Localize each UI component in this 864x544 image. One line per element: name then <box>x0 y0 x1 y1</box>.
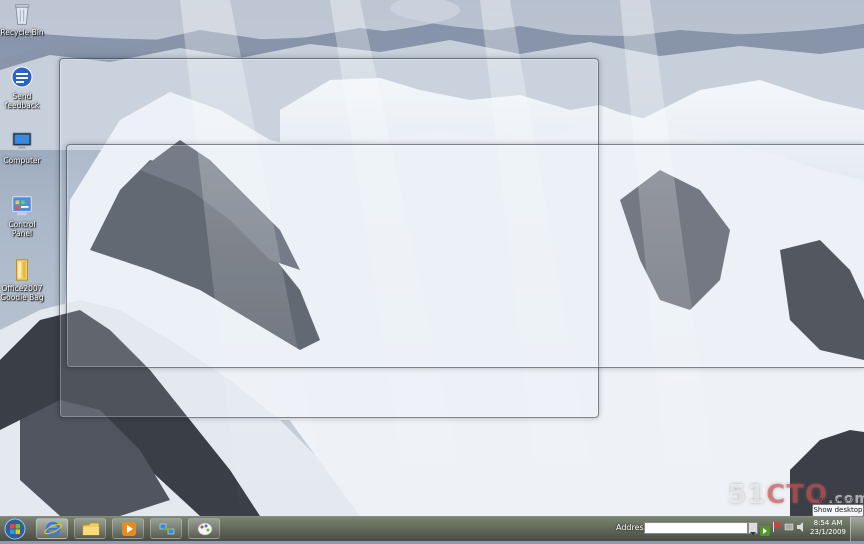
desktop-icon-label: Send feedback <box>4 92 40 110</box>
watermark-brand: 51 <box>728 480 767 510</box>
system-clock[interactable]: 8:54 AM 23/1/2009 <box>810 519 846 537</box>
desktop-icon-label: Computer <box>3 156 41 165</box>
folder-icon <box>82 522 100 536</box>
show-desktop-tooltip: Show desktop <box>812 504 864 516</box>
network-icon <box>159 523 175 535</box>
flag-icon[interactable] <box>772 521 782 533</box>
address-dropdown-button[interactable] <box>748 522 758 535</box>
taskbar-button-internet-explorer[interactable] <box>36 518 68 539</box>
desktop-icon-recycle-bin[interactable]: Recycle Bin <box>0 2 44 37</box>
taskbar-button-media-player[interactable] <box>112 518 144 539</box>
control-panel-icon <box>12 196 32 216</box>
desktop-icon-control-panel[interactable]: Control Panel <box>0 194 44 238</box>
chevron-down-icon <box>750 532 756 535</box>
desktop-icon-label: Control Panel <box>8 220 36 238</box>
desktop-icon-send-feedback[interactable]: Send feedback <box>0 66 44 110</box>
address-go-button[interactable] <box>760 522 770 536</box>
desktop-icon-office2007-goodie-bag[interactable]: Office2007 Goodie Bag <box>0 258 44 302</box>
taskbar-button-windows-explorer[interactable] <box>74 518 106 539</box>
internet-explorer-icon <box>44 521 62 537</box>
windows-logo-icon <box>4 518 26 540</box>
show-desktop-button[interactable] <box>850 517 864 541</box>
desktop-icon-label: Recycle Bin <box>0 28 44 37</box>
send-feedback-icon <box>11 66 33 88</box>
recycle-bin-icon <box>14 4 30 25</box>
computer-icon <box>12 132 32 151</box>
address-input[interactable] <box>644 522 748 534</box>
desktop[interactable]: Recycle Bin Send feedback Computer Contr… <box>0 0 864 516</box>
go-arrow-icon <box>760 526 770 536</box>
media-player-icon <box>122 522 136 536</box>
tooltip-secondary-text: Windows 7 <box>818 496 854 504</box>
network-tray-icon[interactable] <box>784 521 794 533</box>
start-button[interactable] <box>2 518 28 540</box>
taskbar-button-network[interactable] <box>150 518 182 539</box>
clock-date: 23/1/2009 <box>810 528 846 536</box>
taskbar-button-paint[interactable] <box>188 518 220 539</box>
taskbar: Address 8:54 AM 23/1/2009 <box>0 516 864 541</box>
desktop-icon-label: Office2007 Goodie Bag <box>0 284 44 302</box>
clock-time: 8:54 AM <box>813 519 843 527</box>
folder-icon <box>16 259 28 281</box>
desktop-icon-computer[interactable]: Computer <box>0 130 44 165</box>
peek-window-outline-2 <box>66 144 864 368</box>
volume-icon[interactable] <box>796 521 806 533</box>
paint-icon <box>197 522 213 536</box>
